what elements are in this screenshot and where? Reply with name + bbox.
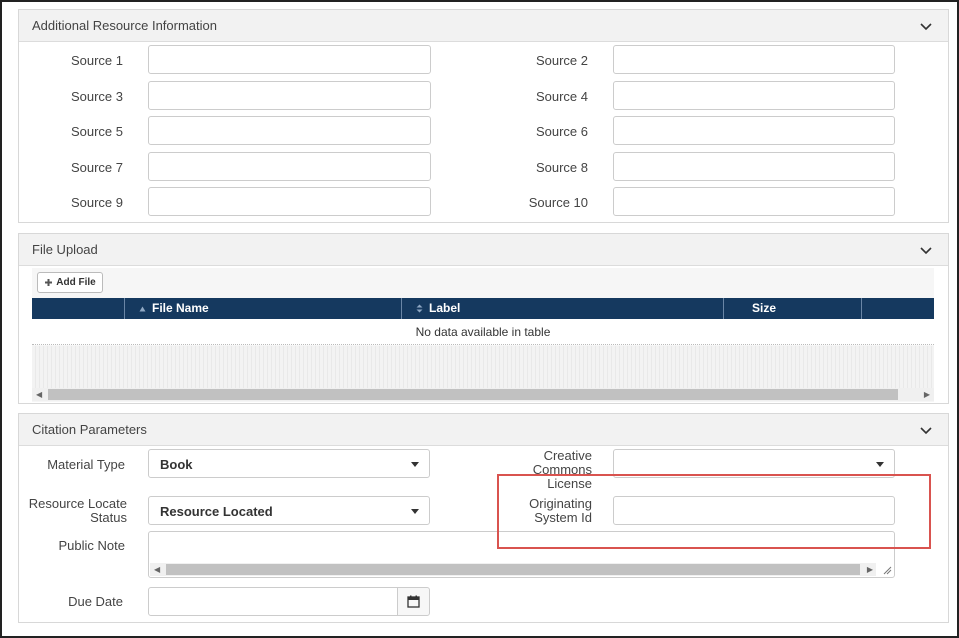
chevron-down-icon[interactable]	[918, 422, 934, 438]
label-line: Creative	[543, 448, 592, 463]
plus-icon	[45, 279, 53, 286]
column-header-label[interactable]: Label	[402, 298, 724, 319]
source-6-input[interactable]	[613, 116, 895, 145]
source-8-input[interactable]	[613, 152, 895, 181]
chevron-down-icon[interactable]	[918, 18, 934, 34]
source-4-label: Source 4	[535, 89, 588, 104]
calendar-button[interactable]	[397, 587, 430, 616]
table-body-empty	[32, 346, 934, 388]
panel-title: Citation Parameters	[32, 422, 147, 437]
textarea-horizontal-scrollbar[interactable]: ◀ ▶	[150, 563, 876, 576]
source-1-input[interactable]	[148, 45, 431, 74]
due-date-input[interactable]	[148, 587, 398, 616]
empty-table-message: No data available in table	[32, 319, 934, 345]
chevron-down-icon	[876, 462, 884, 467]
material-type-select[interactable]: Book	[148, 449, 430, 478]
citation-parameters-header[interactable]: Citation Parameters	[19, 414, 948, 446]
public-note-label: Public Note	[58, 538, 125, 553]
select-column-header	[32, 298, 125, 319]
resize-handle-icon[interactable]	[882, 565, 892, 575]
calendar-icon	[407, 595, 420, 608]
resource-locate-status-label: Resource Locate Status	[23, 497, 127, 525]
add-file-label: Add File	[56, 277, 96, 288]
add-file-button[interactable]: Add File	[37, 272, 103, 293]
source-10-label: Source 10	[528, 195, 588, 210]
extra-column-header	[862, 298, 934, 319]
label-line: Status	[90, 510, 127, 525]
file-upload-panel: File Upload Add File File Name Label Siz…	[18, 233, 949, 404]
file-table-header: File Name Label Size	[32, 298, 934, 319]
table-horizontal-scrollbar[interactable]: ◀ ▶	[32, 388, 934, 401]
source-5-input[interactable]	[148, 116, 431, 145]
source-7-input[interactable]	[148, 152, 431, 181]
chevron-down-icon	[411, 509, 419, 514]
material-type-value: Book	[160, 457, 193, 472]
scroll-left-icon[interactable]: ◀	[36, 390, 42, 399]
source-9-input[interactable]	[148, 187, 431, 216]
source-8-label: Source 8	[535, 160, 588, 175]
additional-resource-header[interactable]: Additional Resource Information	[19, 10, 948, 42]
resource-locate-status-select[interactable]: Resource Located	[148, 496, 430, 525]
due-date-label: Due Date	[68, 594, 123, 609]
file-table-area: Add File File Name Label Size No data av…	[32, 268, 934, 402]
column-label: File Name	[152, 301, 209, 315]
material-type-label: Material Type	[47, 457, 125, 472]
source-3-label: Source 3	[70, 89, 123, 104]
scrollbar-thumb[interactable]	[48, 389, 898, 400]
highlight-annotation	[497, 474, 931, 549]
file-upload-header[interactable]: File Upload	[19, 234, 948, 266]
additional-resource-panel: Additional Resource Information Source 1…	[18, 9, 949, 223]
source-9-label: Source 9	[70, 195, 123, 210]
label-line: Resource Locate	[28, 496, 127, 511]
column-label: Label	[429, 301, 461, 315]
source-2-label: Source 2	[535, 53, 588, 68]
column-label: Size	[752, 301, 777, 315]
source-2-input[interactable]	[613, 45, 895, 74]
panel-title: File Upload	[32, 242, 98, 257]
source-5-label: Source 5	[70, 124, 123, 139]
panel-title: Additional Resource Information	[32, 18, 217, 33]
scrollbar-thumb[interactable]	[166, 564, 860, 575]
chevron-down-icon[interactable]	[918, 242, 934, 258]
source-10-input[interactable]	[613, 187, 895, 216]
chevron-down-icon	[411, 462, 419, 467]
source-7-label: Source 7	[70, 160, 123, 175]
column-header-size[interactable]: Size	[724, 298, 862, 319]
source-3-input[interactable]	[148, 81, 431, 110]
sort-icon	[416, 304, 423, 313]
resource-locate-status-value: Resource Located	[160, 504, 273, 519]
source-4-input[interactable]	[613, 81, 895, 110]
column-header-file-name[interactable]: File Name	[125, 298, 402, 319]
scroll-left-icon[interactable]: ◀	[154, 565, 160, 574]
source-1-label: Source 1	[70, 53, 123, 68]
scroll-right-icon[interactable]: ▶	[867, 565, 873, 574]
sort-asc-icon	[139, 306, 146, 312]
scroll-right-icon[interactable]: ▶	[924, 390, 930, 399]
source-6-label: Source 6	[535, 124, 588, 139]
